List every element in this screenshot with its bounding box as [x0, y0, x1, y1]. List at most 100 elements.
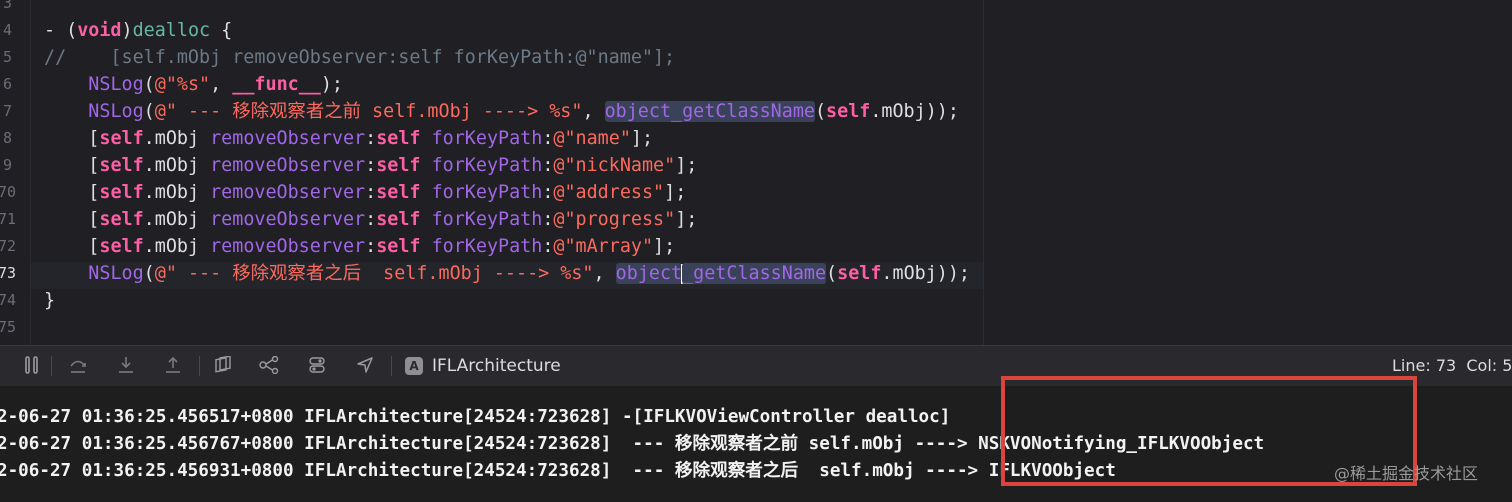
line-number-gutter: 3 4 5 6 7 8 9 70 71 72 73 74 75 — [0, 0, 17, 345]
code-token: - ( — [44, 20, 78, 41]
code-token: self — [376, 155, 421, 176]
environment-icon[interactable] — [307, 356, 327, 376]
code-token: [ — [44, 128, 100, 149]
pause-icon[interactable] — [22, 356, 42, 376]
code-token: .mObj — [143, 209, 211, 230]
line-column-indicator: Line: 73 Col: 5 — [1392, 356, 1512, 375]
code-token: removeObserver — [210, 236, 366, 257]
code-token: self — [99, 209, 144, 230]
code-token: forKeyPath — [431, 182, 543, 203]
code-token: } — [44, 290, 56, 311]
line-number: 74 — [0, 291, 17, 309]
code-line[interactable]: [self.mObj removeObserver:self forKeyPat… — [44, 206, 697, 233]
line-number: 71 — [0, 210, 17, 228]
console-log-line: 2-06-27 01:36:25.456517+0800 IFLArchitec… — [0, 407, 951, 427]
step-out-icon[interactable] — [163, 356, 183, 376]
code-token: [ — [44, 182, 100, 203]
code-line[interactable]: [self.mObj removeObserver:self forKeyPat… — [44, 179, 686, 206]
toolbar-separator — [51, 356, 52, 376]
code-token: : — [365, 128, 377, 149]
code-token: removeObserver — [210, 209, 366, 230]
line-number: 6 — [2, 75, 12, 93]
code-token: ( — [143, 101, 155, 122]
line-number: 72 — [0, 237, 17, 255]
code-token: : — [365, 155, 377, 176]
code-token: ( — [143, 263, 155, 284]
line-number: 73 — [0, 264, 17, 282]
code-token: self — [99, 155, 144, 176]
code-token: NSLog — [88, 101, 144, 122]
code-line[interactable]: // [self.mObj removeObserver:self forKey… — [44, 44, 675, 71]
code-token: forKeyPath — [431, 236, 543, 257]
code-token: ); — [320, 74, 344, 95]
code-token: removeObserver — [210, 182, 366, 203]
line-number: 7 — [2, 102, 12, 120]
code-token: void — [77, 20, 122, 41]
code-token: self — [99, 182, 144, 203]
code-token: ]; — [675, 209, 698, 230]
code-token: forKeyPath — [431, 128, 543, 149]
memory-graph-icon[interactable] — [259, 355, 279, 376]
code-token: [ — [44, 155, 100, 176]
code-token: self — [99, 236, 144, 257]
code-token: removeObserver — [210, 128, 366, 149]
console-log-line: 2-06-27 01:36:25.456931+0800 IFLArchitec… — [0, 461, 1116, 481]
toolbar-separator — [391, 356, 392, 376]
code-line[interactable]: NSLog(@" --- 移除观察者之前 self.mObj ----> %s"… — [44, 98, 959, 125]
view-hierarchy-icon[interactable] — [213, 355, 233, 376]
code-token: : — [542, 182, 554, 203]
code-line[interactable]: [self.mObj removeObserver:self forKeyPat… — [44, 233, 675, 260]
step-over-icon[interactable] — [68, 356, 88, 376]
code-token: @"address" — [553, 182, 665, 203]
code-line[interactable]: [self.mObj removeObserver:self forKeyPat… — [44, 125, 653, 152]
code-line[interactable]: } — [44, 287, 55, 314]
code-token: .mObj — [143, 155, 211, 176]
code-line[interactable]: - (void)dealloc { — [44, 17, 232, 44]
step-into-icon[interactable] — [116, 356, 136, 376]
code-token: dealloc — [132, 20, 211, 41]
code-token: // [self.mObj removeObserver:self forKey… — [44, 47, 676, 68]
location-icon[interactable] — [355, 356, 375, 376]
line-number: 75 — [0, 318, 17, 336]
code-token: forKeyPath — [431, 155, 543, 176]
scheme-label[interactable]: IFLArchitecture — [432, 355, 561, 377]
line-number: 70 — [0, 183, 17, 201]
code-token: ]; — [653, 236, 676, 257]
code-token: self — [376, 209, 421, 230]
app-icon: A — [405, 357, 423, 375]
code-token: : — [365, 236, 377, 257]
code-token: ]; — [664, 182, 687, 203]
code-token: @" --- 移除观察者之后 self.mObj ----> %s" — [154, 263, 594, 284]
code-editor[interactable]: 3 4 5 6 7 8 9 70 71 72 73 74 75 - (void)dealloc {// … — [0, 0, 1512, 345]
code-line[interactable]: [self.mObj removeObserver:self forKeyPat… — [44, 152, 697, 179]
line-number: 4 — [2, 21, 12, 39]
code-token: @" --- 移除观察者之前 self.mObj ----> %s" — [154, 101, 583, 122]
code-token: NSLog — [88, 74, 144, 95]
code-token: ]; — [630, 128, 654, 149]
code-token: , — [593, 263, 616, 284]
code-token: , — [210, 74, 233, 95]
code-token: ) — [121, 20, 133, 41]
code-token: { — [210, 20, 233, 41]
line-number: 9 — [2, 156, 12, 174]
line-number: 5 — [2, 48, 12, 66]
code-line[interactable]: NSLog(@"%s", __func__); — [44, 71, 343, 98]
code-token: forKeyPath — [431, 209, 543, 230]
code-token: self — [99, 128, 144, 149]
code-line[interactable]: NSLog(@" --- 移除观察者之后 self.mObj ----> %s"… — [44, 260, 970, 287]
code-token: object_getClassName — [604, 101, 815, 122]
code-token: ]; — [675, 155, 698, 176]
code-token: NSLog — [88, 263, 144, 284]
code-token: : — [365, 182, 377, 203]
code-token: : — [542, 155, 554, 176]
code-token: ( — [143, 74, 155, 95]
code-token: , — [582, 101, 605, 122]
code-token: self — [826, 101, 871, 122]
line-number: 3 — [2, 0, 12, 12]
code-token: @"%s" — [154, 74, 211, 95]
